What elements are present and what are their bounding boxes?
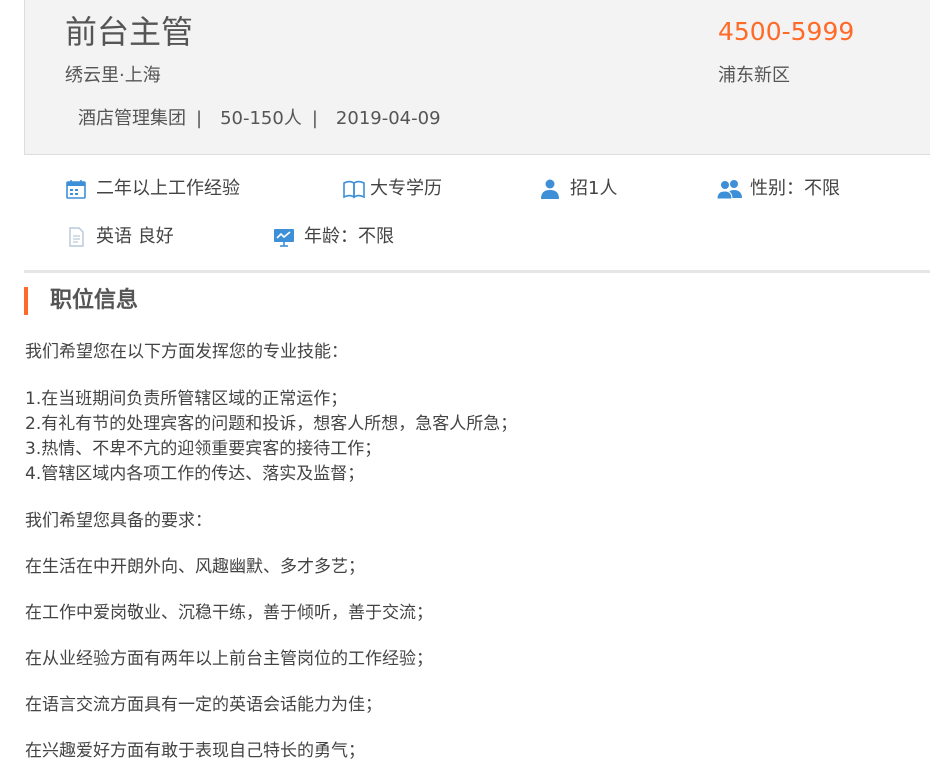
requirement-item: 在语言交流方面具有一定的英语会话能力为佳； [25, 695, 382, 715]
post-date: 2019-04-09 [335, 108, 441, 129]
req-gender-text: 性别：不限 [750, 178, 840, 199]
requirement-item: 在工作中爱岗敬业、沉稳干练，善于倾听，善于交流； [25, 603, 433, 623]
company-location[interactable]: 绣云里·上海 [65, 64, 161, 88]
requirement-item: 在生活在中开朗外向、风趣幽默、多才多艺； [25, 557, 365, 577]
req-age-text: 年龄：不限 [304, 226, 394, 247]
meta-separator: | [311, 108, 318, 129]
job-requirements: 二年以上工作经验 大专学历 招1人 性别：不限 英语 良好 年龄：不限 [24, 155, 930, 270]
job-title: 前台主管 [65, 13, 194, 51]
req-headcount: 招1人 [538, 177, 617, 201]
section-title: 职位信息 [24, 287, 138, 315]
chart-board-icon [272, 225, 296, 249]
requirements-intro: 我们希望您具备的要求： [25, 511, 212, 531]
duty-item: 3.热情、不卑不亢的迎领重要宾客的接待工作； [25, 439, 382, 459]
requirement-item: 在兴趣爱好方面有敢于表现自己特长的勇气； [25, 741, 365, 761]
req-headcount-text: 招1人 [570, 178, 618, 199]
req-language: 英语 良好 [64, 225, 174, 249]
req-education-text: 大专学历 [370, 178, 442, 199]
description-intro: 我们希望您在以下方面发挥您的专业技能： [25, 342, 348, 362]
people-icon [716, 177, 744, 201]
meta-separator: | [196, 108, 203, 129]
document-icon [64, 225, 88, 249]
calendar-icon [64, 177, 88, 201]
duty-item: 1.在当班期间负责所管辖区域的正常运作； [25, 389, 348, 409]
duty-item: 2.有礼有节的处理宾客的问题和投诉，想客人所想，急客人所急； [25, 414, 518, 434]
req-experience-text: 二年以上工作经验 [96, 178, 240, 199]
book-icon [342, 177, 366, 201]
req-education: 大专学历 [342, 177, 442, 201]
industry: 酒店管理集团 [78, 108, 186, 129]
company-size: 50-150人 [220, 108, 302, 129]
section-divider [24, 270, 930, 273]
req-age: 年龄：不限 [272, 225, 394, 249]
req-experience: 二年以上工作经验 [64, 177, 240, 201]
requirement-item: 在从业经验方面有两年以上前台主管岗位的工作经验； [25, 649, 433, 669]
req-language-text: 英语 良好 [96, 226, 174, 247]
req-gender: 性别：不限 [716, 177, 840, 201]
duty-item: 4.管辖区域内各项工作的传达、落实及监督； [25, 464, 365, 484]
district: 浦东新区 [718, 65, 790, 86]
person-icon [538, 177, 562, 201]
job-description: 我们希望您在以下方面发挥您的专业技能： 1.在当班期间负责所管辖区域的正常运作；… [25, 340, 925, 764]
company-meta: 酒店管理集团 | 50-150人 | 2019-04-09 [78, 107, 441, 131]
job-header: 前台主管 4500-5999 绣云里·上海 浦东新区 酒店管理集团 | 50-150… [24, 0, 930, 155]
salary: 4500-5999 [718, 17, 855, 46]
